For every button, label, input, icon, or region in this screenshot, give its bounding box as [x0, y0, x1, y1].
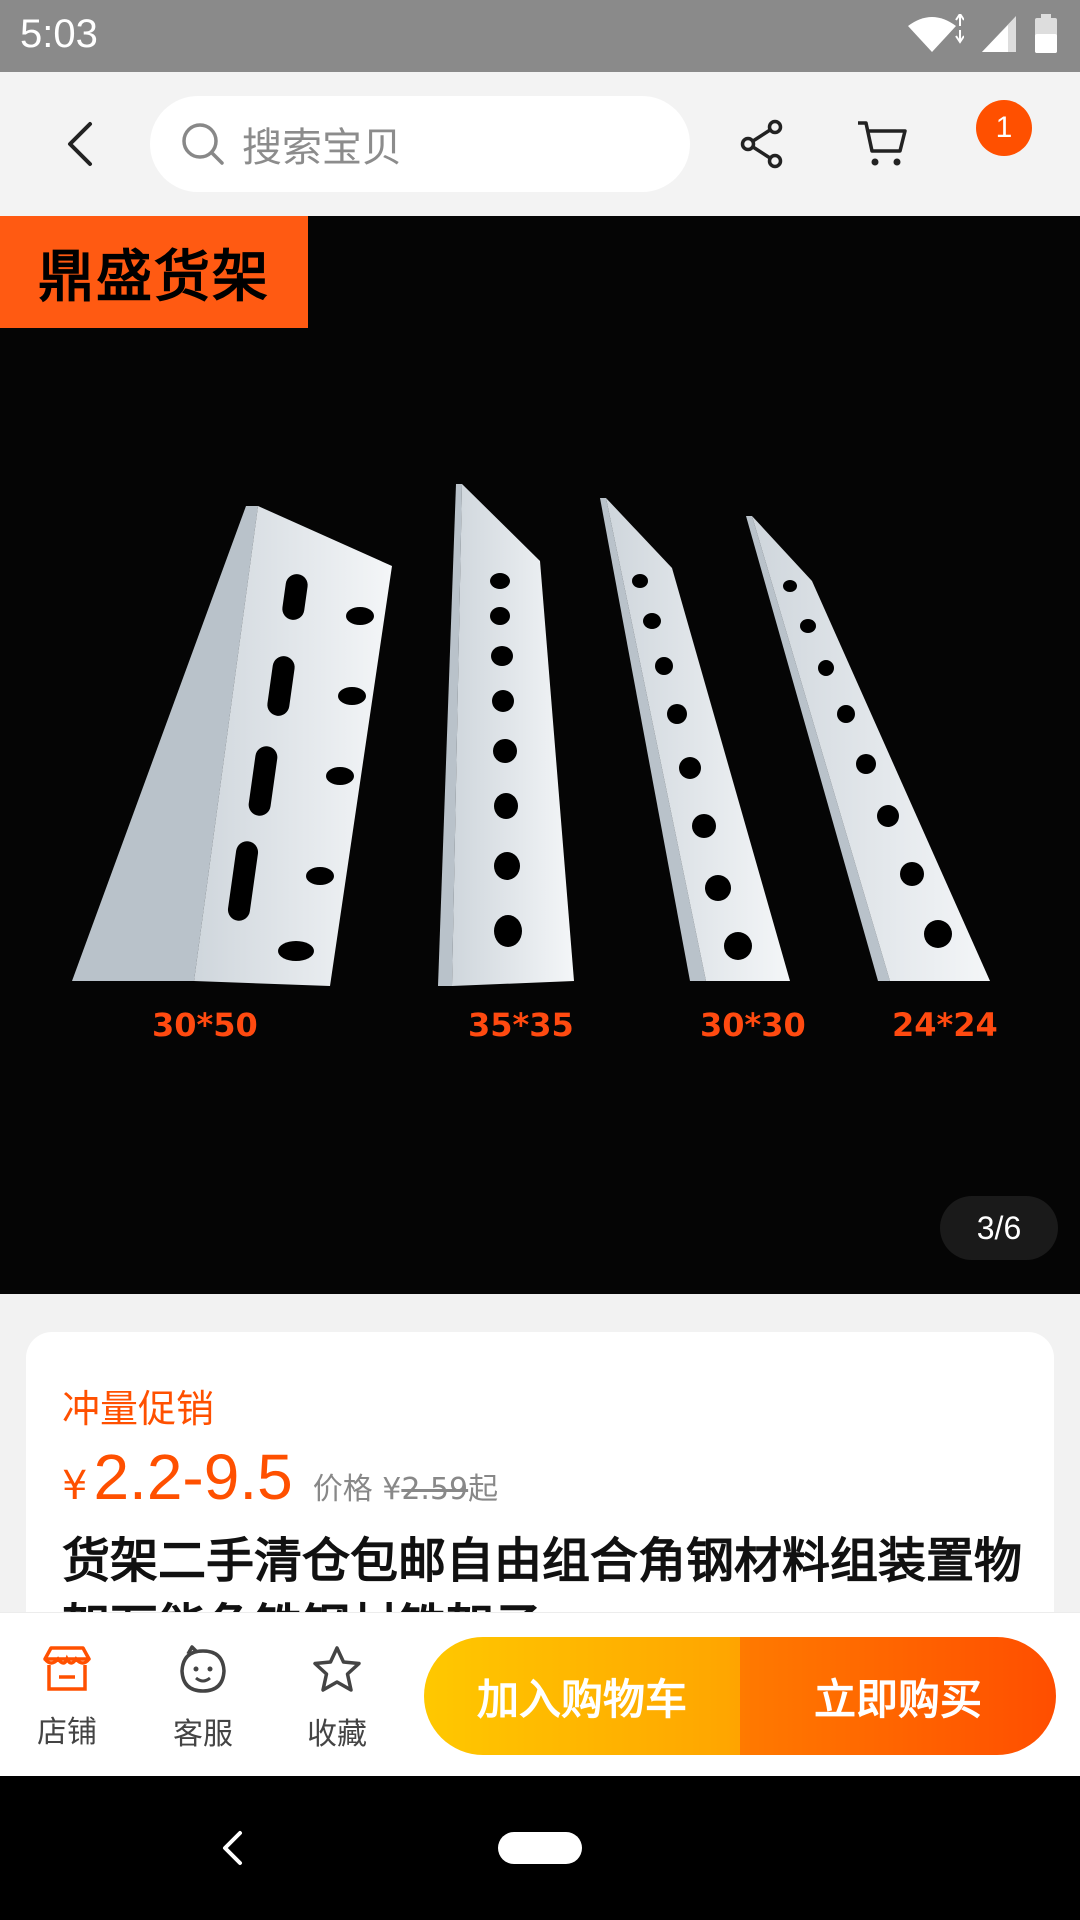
- header: 搜索宝贝 1: [0, 72, 1080, 240]
- bottom-action-bar: 店铺 客服 收藏 加入购物车 立即购买: [0, 1612, 1080, 1776]
- size-label-30x30: 30*30: [700, 1006, 806, 1044]
- original-price-currency: ¥: [382, 1472, 402, 1507]
- promo-label: 冲量促销: [62, 1387, 215, 1431]
- search-placeholder: 搜索宝贝: [242, 125, 402, 171]
- tab-favorite-label: 收藏: [307, 1717, 367, 1752]
- share-button[interactable]: [732, 114, 792, 174]
- buy-now-button[interactable]: 立即购买: [740, 1637, 1056, 1755]
- system-back-button[interactable]: [204, 1820, 260, 1876]
- tab-favorite[interactable]: 收藏: [282, 1645, 392, 1753]
- share-icon: [740, 119, 783, 169]
- status-time: 5:03: [20, 12, 98, 56]
- price-currency: ¥: [62, 1463, 88, 1509]
- system-back-icon: [223, 1831, 242, 1865]
- buy-now-label: 立即购买: [813, 1674, 982, 1724]
- original-price-suffix: 起: [468, 1472, 499, 1507]
- price-row: ¥ 2.2-9.5 价格 ¥2.59起: [62, 1440, 498, 1514]
- tab-customer-service-label: 客服: [173, 1717, 233, 1752]
- tab-store-label: 店铺: [37, 1715, 97, 1750]
- size-label-24x24: 24*24: [892, 1006, 998, 1044]
- status-bar: 5:03: [0, 0, 1080, 72]
- signal-icon: [982, 16, 1016, 52]
- price-range: 2.2-9.5: [93, 1441, 293, 1513]
- system-nav-bar: [0, 1776, 1080, 1920]
- store-icon: [43, 1646, 91, 1691]
- tab-store[interactable]: 店铺: [12, 1645, 122, 1751]
- angle-steel-photo: [72, 484, 990, 986]
- star-icon: [313, 1646, 361, 1692]
- battery-icon: [1035, 14, 1057, 53]
- system-home-button[interactable]: [498, 1832, 582, 1864]
- search-bar[interactable]: 搜索宝贝: [150, 96, 690, 192]
- wifi-icon: [908, 14, 964, 52]
- tab-customer-service[interactable]: 客服: [148, 1645, 258, 1753]
- status-icons: [904, 14, 1058, 54]
- product-gallery[interactable]: 鼎盛货架 30*50 35*35 30*30 24*24 3/6: [0, 216, 1080, 1294]
- add-to-cart-button[interactable]: 加入购物车: [424, 1637, 740, 1755]
- back-button[interactable]: [50, 112, 110, 176]
- original-price-value: 2.59: [401, 1472, 469, 1507]
- page-indicator: 3/6: [940, 1196, 1058, 1260]
- search-icon: [182, 123, 224, 165]
- cart-icon: [858, 121, 907, 166]
- cart-button[interactable]: [852, 114, 912, 174]
- back-icon: [68, 122, 92, 166]
- original-price: 价格 ¥2.59起: [313, 1464, 498, 1508]
- cart-badge[interactable]: 1: [976, 100, 1032, 156]
- size-label-30x50: 30*50: [152, 1006, 258, 1044]
- size-label-35x35: 35*35: [468, 1006, 574, 1044]
- original-price-prefix: 价格: [312, 1472, 373, 1507]
- add-to-cart-label: 加入购物车: [476, 1674, 687, 1724]
- customer-service-icon: [180, 1645, 226, 1693]
